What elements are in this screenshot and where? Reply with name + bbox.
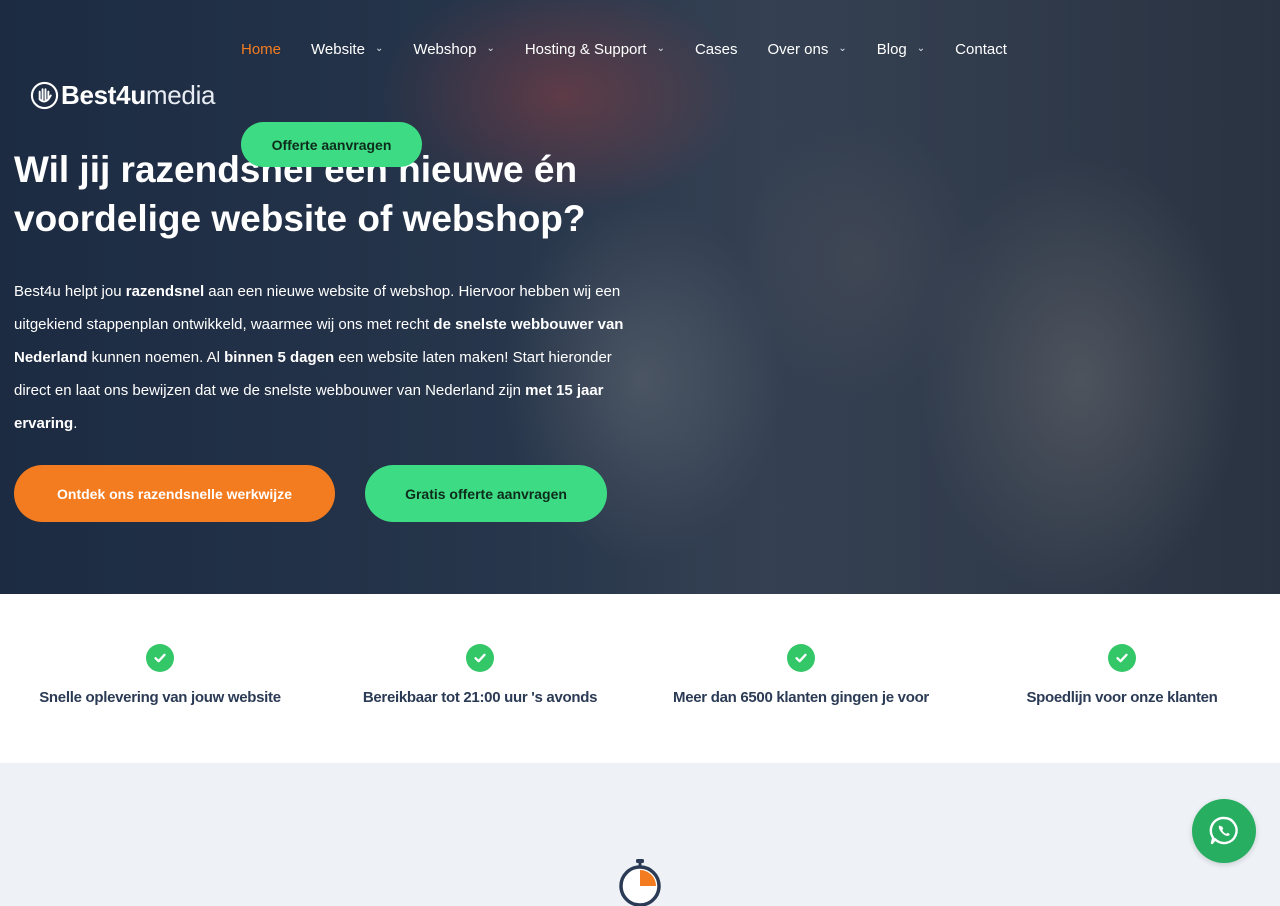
usp-item: Spoedlijn voor onze klanten: [962, 644, 1280, 706]
intro-text: Best4u helpt jou: [14, 283, 126, 300]
nav-label: Blog: [876, 40, 907, 58]
stopwatch-icon: [619, 859, 661, 906]
site-logo[interactable]: Best4umedia: [30, 80, 216, 110]
nav-label: Contact: [955, 40, 1007, 58]
discover-workflow-button[interactable]: Ontdek ons razendsnelle werkwijze: [14, 465, 335, 522]
nav-item-home[interactable]: Home: [241, 41, 281, 58]
chevron-down-icon: ⌄: [916, 42, 926, 54]
nav-item-webshop[interactable]: Webshop ⌄: [413, 41, 495, 58]
chevron-down-icon: ⌄: [838, 42, 847, 54]
nav-label: Hosting & Support: [524, 40, 647, 58]
free-quote-button[interactable]: Gratis offerte aanvragen: [365, 465, 607, 522]
nav-item-over-ons[interactable]: Over ons ⌄: [768, 41, 847, 58]
usp-item: Meer dan 6500 klanten gingen je voor: [641, 644, 961, 706]
intro-text-bold: binnen 5 dagen: [224, 349, 335, 366]
hand-logo-icon: [30, 81, 59, 109]
hero-intro: Best4u helpt jou razendsnel aan een nieu…: [14, 275, 626, 440]
usp-label: Meer dan 6500 klanten gingen je voor: [673, 689, 929, 706]
request-quote-nav-button[interactable]: Offerte aanvragen: [241, 122, 422, 167]
whatsapp-chat-button[interactable]: [1192, 799, 1256, 863]
whatsapp-icon: [1209, 816, 1238, 845]
logo-text-bold: Best4u: [61, 80, 146, 110]
nav-label: Website: [311, 40, 365, 58]
nav-item-contact[interactable]: Contact: [955, 41, 1007, 58]
usp-item: Snelle oplevering van jouw website: [0, 644, 320, 706]
check-circle-icon: [787, 644, 815, 672]
nav-item-hosting-support[interactable]: Hosting & Support ⌄: [525, 41, 665, 58]
chevron-down-icon: ⌄: [656, 42, 665, 54]
intro-text: .: [73, 415, 78, 432]
usp-label: Snelle oplevering van jouw website: [39, 689, 281, 706]
check-circle-icon: [466, 644, 494, 672]
chevron-down-icon: ⌄: [486, 42, 495, 54]
check-circle-icon: [1108, 644, 1136, 672]
usp-band: Snelle oplevering van jouw website Berei…: [0, 594, 1280, 763]
usp-item: Bereikbaar tot 21:00 uur 's avonds: [320, 644, 640, 706]
nav-label: Webshop: [413, 40, 477, 58]
nav-item-website[interactable]: Website ⌄: [311, 41, 383, 58]
nav-item-cases[interactable]: Cases: [695, 41, 738, 58]
chevron-down-icon: ⌄: [374, 42, 384, 54]
usp-label: Bereikbaar tot 21:00 uur 's avonds: [362, 689, 598, 706]
main-nav: Home Website ⌄ Webshop ⌄ Hosting & Suppo…: [241, 38, 1007, 60]
check-circle-icon: [146, 644, 174, 672]
nav-label: Cases: [694, 40, 738, 58]
nav-item-blog[interactable]: Blog ⌄: [877, 41, 925, 58]
usp-label: Spoedlijn voor onze klanten: [1026, 689, 1218, 706]
nav-label: Over ons: [767, 40, 829, 58]
intro-text: kunnen noemen. Al: [87, 349, 225, 366]
nav-label: Home: [241, 40, 282, 58]
logo-text-light: media: [145, 80, 216, 110]
intro-text-bold: razendsnel: [125, 283, 205, 300]
